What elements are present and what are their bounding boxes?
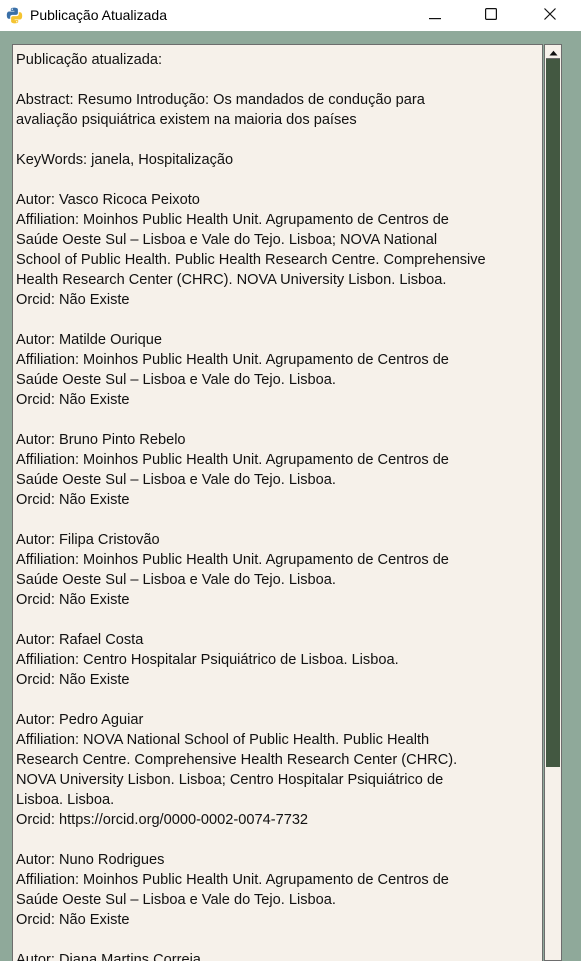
text-line: Affiliation: Moinhos Public Health Unit.…	[16, 872, 449, 888]
text-line: Orcid: Não Existe	[16, 912, 130, 928]
text-line: Lisboa. Lisboa.	[16, 792, 115, 808]
close-icon	[544, 7, 556, 25]
text-line: Saúde Oeste Sul – Lisboa e Vale do Tejo.…	[16, 892, 336, 908]
text-line: Affiliation: Moinhos Public Health Unit.…	[16, 212, 449, 228]
text-line: Autor: Matilde Ourique	[16, 332, 163, 348]
text-line: Autor: Bruno Pinto Rebelo	[16, 432, 186, 448]
text-line: Autor: Vasco Ricoca Peixoto	[16, 192, 200, 208]
text-line: KeyWords: janela, Hospitalização	[16, 152, 234, 168]
text-line: School of Public Health. Public Health R…	[16, 252, 486, 268]
text-line: Affiliation: NOVA National School of Pub…	[16, 732, 430, 748]
text-line: Affiliation: Moinhos Public Health Unit.…	[16, 552, 449, 568]
scroll-thumb[interactable]	[546, 59, 560, 767]
text-line: Orcid: Não Existe	[16, 592, 130, 608]
maximize-icon	[485, 7, 498, 25]
text-line: Autor: Diana Martins Correia	[16, 952, 201, 961]
vertical-scrollbar[interactable]	[544, 44, 562, 961]
text-line: Health Research Center (CHRC). NOVA Univ…	[16, 272, 447, 288]
text-line: Orcid: Não Existe	[16, 672, 130, 688]
text-line: Autor: Rafael Costa	[16, 632, 144, 648]
publication-text-area[interactable]: Publicação atualizada: Abstract: Resumo …	[12, 44, 543, 961]
maximize-button[interactable]	[468, 0, 514, 31]
title-bar[interactable]: Publicação Atualizada	[0, 0, 581, 31]
close-button[interactable]	[527, 0, 573, 31]
text-line: Autor: Nuno Rodrigues	[16, 852, 165, 868]
minimize-icon	[429, 7, 441, 25]
text-line: Orcid: https://orcid.org/0000-0002-0074-…	[16, 812, 309, 828]
text-line: NOVA University Lisbon. Lisboa; Centro H…	[16, 772, 444, 788]
publication-text: Publicação atualizada: Abstract: Resumo …	[16, 50, 542, 961]
text-line: Autor: Pedro Aguiar	[16, 712, 144, 728]
text-line: Saúde Oeste Sul – Lisboa e Vale do Tejo.…	[16, 472, 336, 488]
text-line: Saúde Oeste Sul – Lisboa e Vale do Tejo.…	[16, 572, 336, 588]
text-line: Orcid: Não Existe	[16, 292, 130, 308]
text-line: Affiliation: Moinhos Public Health Unit.…	[16, 352, 449, 368]
window-title: Publicação Atualizada	[30, 7, 167, 23]
text-line: Research Centre. Comprehensive Health Re…	[16, 752, 458, 768]
window-edge	[562, 44, 581, 961]
text-line: Abstract: Resumo Introdução: Os mandados…	[16, 92, 425, 108]
text-line: Affiliation: Centro Hospitalar Psiquiátr…	[16, 652, 399, 668]
minimize-button[interactable]	[412, 0, 458, 31]
text-line: avaliação psiquiátrica existem na maiori…	[16, 112, 357, 128]
text-line: Affiliation: Moinhos Public Health Unit.…	[16, 452, 449, 468]
text-line: Saúde Oeste Sul – Lisboa e Vale do Tejo.…	[16, 372, 336, 388]
app-window: Publicação Atualizada Publicação atualiz…	[0, 0, 581, 961]
scroll-up-button[interactable]	[546, 46, 560, 59]
text-line: Autor: Filipa Cristovão	[16, 532, 160, 548]
text-line: Saúde Oeste Sul – Lisboa e Vale do Tejo.…	[16, 232, 438, 248]
text-line: Orcid: Não Existe	[16, 492, 130, 508]
text-line: Orcid: Não Existe	[16, 392, 130, 408]
python-icon	[6, 7, 23, 24]
text-line: Publicação atualizada:	[16, 52, 163, 68]
